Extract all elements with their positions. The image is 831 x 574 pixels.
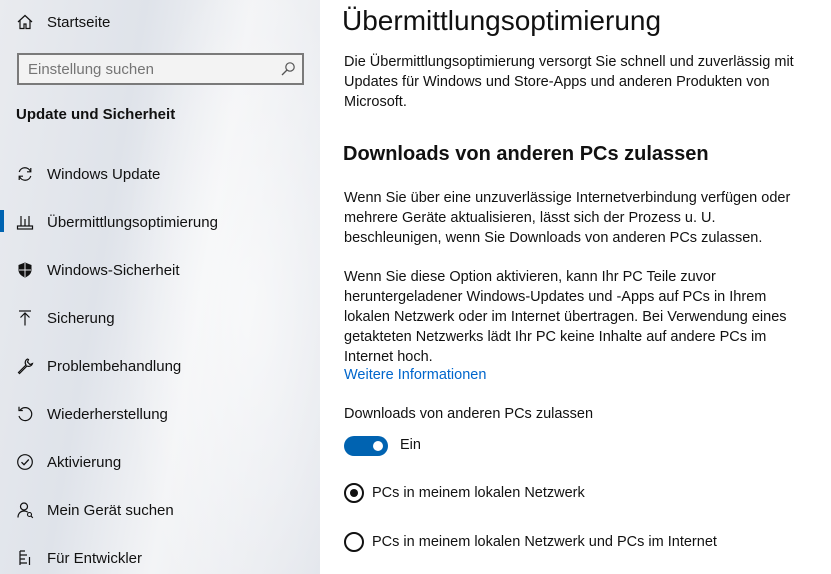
sidebar-item-label: Für Entwickler xyxy=(47,549,143,567)
radio-label: PCs in meinem lokalen Netzwerk und PCs i… xyxy=(372,534,717,550)
toggle-knob xyxy=(373,441,383,451)
backup-arrow-icon xyxy=(16,309,34,327)
page-title: Übermittlungsoptimierung xyxy=(342,5,662,36)
home-icon xyxy=(16,13,34,31)
search-icon[interactable] xyxy=(280,61,296,77)
sidebar-item-find-my-device[interactable]: Mein Gerät suchen xyxy=(0,490,320,530)
sidebar-item-delivery-optimization[interactable]: Übermittlungsoptimierung xyxy=(0,202,320,242)
recovery-icon xyxy=(16,405,34,423)
section-heading: Downloads von anderen PCs zulassen xyxy=(343,143,709,165)
wrench-icon xyxy=(16,357,34,375)
shield-icon xyxy=(16,261,34,279)
sidebar-item-windows-security[interactable]: Windows-Sicherheit xyxy=(0,250,320,290)
allow-downloads-toggle[interactable] xyxy=(344,436,388,456)
home-nav-item[interactable]: Startseite xyxy=(0,2,320,42)
description-text-2: Wenn Sie diese Option aktivieren, kann I… xyxy=(344,269,787,365)
radio-local-network[interactable]: PCs in meinem lokalen Netzwerk xyxy=(344,482,585,504)
sidebar-item-recovery[interactable]: Wiederherstellung xyxy=(0,394,320,434)
main-content: Übermittlungsoptimierung Die Übermittlun… xyxy=(320,0,831,574)
sync-icon xyxy=(16,165,34,183)
sidebar-item-label: Mein Gerät suchen xyxy=(47,501,174,519)
person-locate-icon xyxy=(16,501,34,519)
more-info-link[interactable]: Weitere Informationen xyxy=(344,367,486,383)
sidebar-item-label: Windows Update xyxy=(47,165,161,183)
settings-search-box[interactable] xyxy=(17,53,304,85)
sidebar: Startseite Update und Sicherheit Windows… xyxy=(0,0,320,574)
sidebar-item-windows-update[interactable]: Windows Update xyxy=(0,154,320,194)
radio-button[interactable] xyxy=(344,532,364,552)
sidebar-item-label: Sicherung xyxy=(47,309,115,327)
sidebar-section-title: Update und Sicherheit xyxy=(16,106,176,123)
home-label: Startseite xyxy=(47,13,111,31)
sidebar-item-label: Problembehandlung xyxy=(47,357,182,375)
description-text-1: Wenn Sie über eine unzuverlässige Intern… xyxy=(344,190,791,246)
sidebar-item-label: Wiederherstellung xyxy=(47,405,168,423)
sidebar-item-backup[interactable]: Sicherung xyxy=(0,298,320,338)
delivery-optimization-icon xyxy=(16,213,34,231)
sidebar-item-label: Aktivierung xyxy=(47,453,122,471)
sidebar-item-label: Übermittlungsoptimierung xyxy=(47,213,218,231)
sidebar-item-label: Windows-Sicherheit xyxy=(47,261,180,279)
developer-icon xyxy=(16,549,34,567)
check-circle-icon xyxy=(16,453,34,471)
sidebar-item-developers[interactable]: Für Entwickler xyxy=(0,538,320,574)
sidebar-item-activation[interactable]: Aktivierung xyxy=(0,442,320,482)
intro-text: Die Übermittlungsoptimierung versorgt Si… xyxy=(344,54,794,110)
radio-local-and-internet[interactable]: PCs in meinem lokalen Netzwerk und PCs i… xyxy=(344,531,717,553)
sidebar-item-troubleshoot[interactable]: Problembehandlung xyxy=(0,346,320,386)
toggle-state-label: Ein xyxy=(400,437,421,453)
settings-search-input[interactable] xyxy=(19,55,269,83)
radio-button[interactable] xyxy=(344,483,364,503)
toggle-label: Downloads von anderen PCs zulassen xyxy=(344,406,594,422)
radio-label: PCs in meinem lokalen Netzwerk xyxy=(372,485,585,501)
